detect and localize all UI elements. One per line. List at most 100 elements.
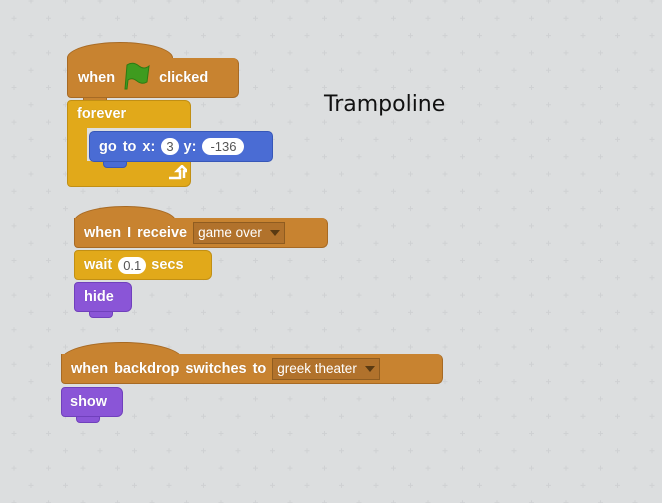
grid-cross [46,465,51,471]
grid-cross [253,188,258,194]
grid-cross [304,206,310,212]
grid-cross [425,50,431,56]
grid-cross [494,15,500,21]
grid-cross [373,136,379,142]
grid-cross [235,102,241,108]
grid-cross [580,171,586,177]
grid-cross [460,431,465,436]
grid-cross [373,33,379,39]
grid-cross [425,431,431,436]
grid-cross [28,240,34,246]
grid-cross [425,85,431,90]
grid-cross [408,206,413,212]
grid-cross [546,33,551,39]
grid-cross [322,465,327,471]
grid-cross [477,482,482,488]
grid-cross [391,258,396,263]
grid-cross [270,33,275,39]
grid-cross [270,448,275,454]
grid-cross [425,15,431,21]
grid-cross [442,171,448,177]
grid-cross [356,292,362,298]
grid-cross [632,119,638,125]
grid-cross [649,309,655,315]
grid-cross [477,413,482,419]
grid-cross [460,15,465,21]
grid-cross [253,327,258,333]
grid-cross [184,188,189,194]
i-label: I [127,224,132,241]
x-value-input[interactable]: 3 [161,138,179,155]
grid-cross [546,240,551,246]
when-label: when [78,69,116,86]
grid-cross [442,240,448,246]
grid-cross [477,67,482,73]
when-flag-clicked-block[interactable]: when clicked [67,58,239,98]
grid-cross [546,309,551,315]
grid-cross [253,15,258,21]
grid-cross [166,482,172,488]
grid-cross [270,67,275,73]
grid-cross [632,327,638,333]
grid-cross [287,396,293,402]
grid-cross [408,275,413,281]
backdrop-dropdown[interactable]: greek theater [272,357,380,380]
grid-cross [235,33,241,39]
grid-cross [304,413,310,419]
grid-cross [28,275,34,281]
message-dropdown[interactable]: game over [193,221,285,244]
grid-cross [201,413,206,419]
grid-cross [28,136,34,142]
wait-secs-block[interactable]: wait 0.1 secs [74,250,212,280]
when-i-receive-block[interactable]: when I receive game over [74,218,328,248]
grid-cross [184,292,189,298]
canvas-title-label: Trampoline [324,92,446,117]
show-block[interactable]: show [61,387,123,417]
grid-cross [28,413,34,419]
grid-cross [442,136,448,142]
grid-cross [201,448,206,454]
grid-cross [425,154,431,160]
when-backdrop-switches-block[interactable]: when backdrop switches to greek theater [61,354,443,384]
when-label: when [71,360,109,377]
grid-cross [391,188,396,194]
grid-cross [598,396,603,402]
grid-cross [494,361,500,367]
hide-block[interactable]: hide [74,282,132,312]
grid-cross [460,188,465,194]
grid-cross [201,171,206,177]
grid-cross [132,448,137,454]
grid-cross [563,154,569,160]
grid-cross [425,188,431,194]
go-to-xy-block[interactable]: go to x: 3 y: -136 [89,131,273,162]
grid-cross [166,448,172,454]
grid-cross [356,15,362,21]
grid-cross [63,33,68,39]
grid-cross [649,482,655,488]
grid-cross [529,50,534,56]
y-value-input[interactable]: -136 [202,138,245,155]
grid-cross [287,15,293,21]
grid-cross [11,292,17,298]
grid-cross [477,206,482,212]
grid-cross [425,327,431,333]
grid-cross [442,275,448,281]
grid-cross [615,309,620,315]
grid-cross [563,431,569,436]
grid-cross [408,0,413,4]
grid-cross [339,275,344,281]
grid-cross [563,396,569,402]
grid-cross [511,379,517,385]
wait-value-input[interactable]: 0.1 [118,256,147,274]
grid-cross [408,448,413,454]
grid-cross [563,292,569,298]
grid-cross [408,171,413,177]
grid-cross [598,154,603,160]
grid-cross [477,33,482,39]
grid-cross [166,309,172,315]
grid-cross [460,465,465,471]
grid-cross [580,448,586,454]
grid-cross [511,0,517,4]
grid-cross [391,223,396,229]
grid-cross [253,50,258,56]
